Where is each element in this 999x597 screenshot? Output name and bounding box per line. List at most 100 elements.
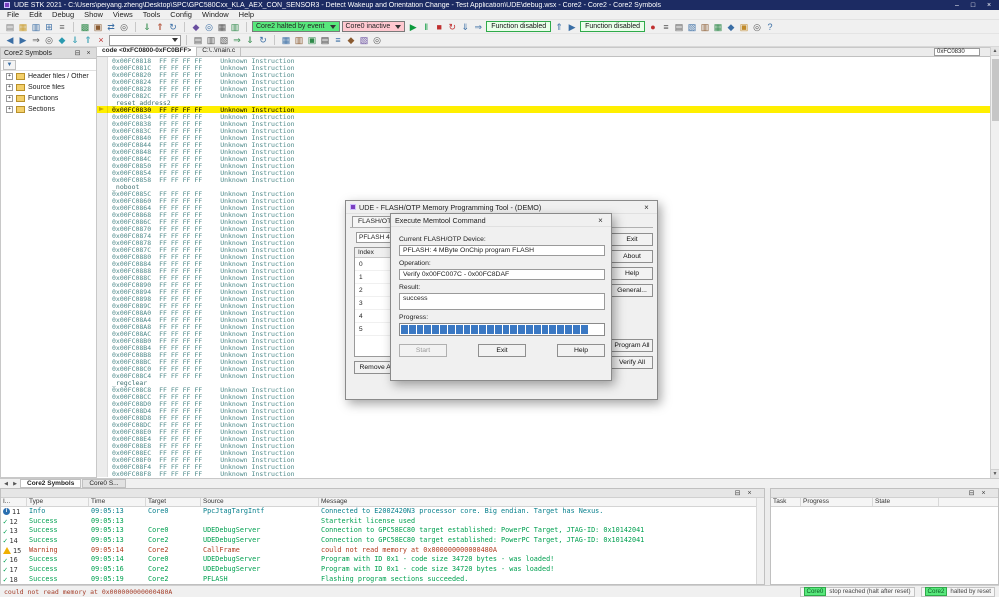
symbols-icon[interactable]: ◆	[190, 21, 202, 33]
goto-address-icon[interactable]: ⇒	[30, 34, 42, 46]
load-program-icon[interactable]: ⇓	[141, 21, 153, 33]
help-icon[interactable]: ?	[764, 21, 776, 33]
code-gutter-cell[interactable]	[97, 267, 108, 274]
code-gutter-cell[interactable]	[97, 442, 108, 449]
scroll-down-icon[interactable]: ▼	[991, 469, 999, 478]
code-gutter-cell[interactable]	[97, 239, 108, 246]
code-gutter-cell[interactable]	[97, 351, 108, 358]
upload-icon[interactable]: ⇑	[154, 21, 166, 33]
workspace-open-icon[interactable]: ▩	[79, 21, 91, 33]
disassembly-icon[interactable]: ▤	[673, 21, 685, 33]
reset-icon[interactable]: ↻	[446, 21, 458, 33]
code-gutter-cell[interactable]	[97, 197, 108, 204]
bookmark-icon[interactable]: ◆	[56, 34, 68, 46]
asm-mode-icon[interactable]: ▥	[205, 34, 217, 46]
code-line[interactable]: 0x00FC0854FF FF FF FFUnknown Instruction	[97, 169, 990, 176]
tab-code-memory[interactable]: code <0xFC0800-0xFC0BFF>	[97, 47, 197, 56]
flash-exit-button[interactable]: Exit	[611, 233, 653, 246]
memory-icon[interactable]: ▦	[216, 21, 228, 33]
refresh-view-icon[interactable]: ↻	[257, 34, 269, 46]
locals-icon[interactable]: ▦	[712, 21, 724, 33]
program-all-button[interactable]: Program All	[611, 339, 653, 352]
code-line[interactable]: 0x00FC0824FF FF FF FFUnknown Instruction	[97, 78, 990, 85]
verify-all-button[interactable]: Verify All	[611, 356, 653, 369]
pause-icon[interactable]: ‖	[420, 21, 432, 33]
options-icon[interactable]: ◎	[751, 21, 763, 33]
code-gutter-cell[interactable]	[97, 316, 108, 323]
menu-window[interactable]: Window	[197, 10, 234, 20]
tab-scroll-right-icon[interactable]: ▶	[11, 481, 19, 487]
hll-step-icon[interactable]: ⇒	[231, 34, 243, 46]
code-line[interactable]: 0x00FC08D0FF FF FF FFUnknown Instruction	[97, 400, 990, 407]
message-view-icon[interactable]: ≡	[332, 34, 344, 46]
code-gutter-cell[interactable]	[97, 365, 108, 372]
breakpoint-icon[interactable]: ●	[647, 21, 659, 33]
code-gutter-cell[interactable]	[97, 281, 108, 288]
message-row[interactable]: ✓14Success09:05:13Core2UDEDebugServerCon…	[1, 536, 764, 546]
tree-item-header-files-other[interactable]: +Header files / Other	[1, 71, 96, 82]
scrollbar-thumb[interactable]	[992, 59, 999, 121]
code-line[interactable]: 0x00FC084CFF FF FF FFUnknown Instruction	[97, 155, 990, 162]
code-line[interactable]: 0x00FC0828FF FF FF FFUnknown Instruction	[97, 85, 990, 92]
source-mode-icon[interactable]: ▤	[192, 34, 204, 46]
code-gutter-cell[interactable]	[97, 463, 108, 470]
code-gutter-cell[interactable]	[97, 85, 108, 92]
code-gutter-cell[interactable]	[97, 71, 108, 78]
menu-debug[interactable]: Debug	[47, 10, 79, 20]
workspace-save-icon[interactable]: ▣	[92, 21, 104, 33]
help-button[interactable]: Help	[557, 344, 605, 357]
code-line[interactable]: 0x00FC08ECFF FF FF FFUnknown Instruction	[97, 449, 990, 456]
tab-main-c[interactable]: C:\..\main.c	[197, 47, 241, 56]
code-line[interactable]: 0x00FC0818FF FF FF FFUnknown Instruction	[97, 57, 990, 64]
register-view-icon[interactable]: ▥	[293, 34, 305, 46]
mixed-view-icon[interactable]: ▧	[686, 21, 698, 33]
code-gutter-cell[interactable]	[97, 302, 108, 309]
tree-item-sections[interactable]: +Sections	[1, 104, 96, 115]
tree-item-functions[interactable]: +Functions	[1, 93, 96, 104]
message-row[interactable]: 15Warning09:05:14Core2CallFramecould not…	[1, 546, 764, 556]
code-gutter-cell[interactable]	[97, 253, 108, 260]
code-gutter-cell[interactable]	[97, 372, 108, 379]
code-gutter-cell[interactable]	[97, 449, 108, 456]
code-line[interactable]: 0x00FC0848FF FF FF FFUnknown Instruction	[97, 148, 990, 155]
tree-item-source-files[interactable]: +Source files	[1, 82, 96, 93]
asm-step-icon[interactable]: ⇓	[244, 34, 256, 46]
address-input[interactable]: 0xFC0830	[934, 48, 980, 56]
core0-status-combo[interactable]: Core0 inactive	[342, 21, 406, 32]
message-row[interactable]: ✓17Success09:05:16Core2UDEDebugServerPro…	[1, 565, 764, 575]
code-vertical-scrollbar[interactable]: ▲ ▼	[990, 47, 999, 478]
scroll-up-icon[interactable]: ▲	[991, 47, 999, 56]
pin-icon[interactable]: ⊟	[967, 489, 976, 498]
script-icon[interactable]: ▧	[358, 34, 370, 46]
code-gutter-cell[interactable]	[97, 64, 108, 71]
code-gutter-cell[interactable]	[97, 232, 108, 239]
tree-expander-icon[interactable]: +	[6, 84, 13, 91]
code-gutter-cell[interactable]	[97, 211, 108, 218]
forward-icon[interactable]: ▶	[17, 34, 29, 46]
code-line[interactable]: 0x00FC081CFF FF FF FFUnknown Instruction	[97, 64, 990, 71]
code-gutter-cell[interactable]	[97, 204, 108, 211]
code-gutter-cell[interactable]	[97, 288, 108, 295]
close-icon[interactable]: ×	[594, 215, 607, 226]
messages-scrollbar[interactable]	[756, 498, 764, 584]
save-all-icon[interactable]: ⊞	[43, 21, 55, 33]
open-file-icon[interactable]: ▦	[17, 21, 29, 33]
terminal-view-icon[interactable]: ▤	[319, 34, 331, 46]
tab-core2-symbols[interactable]: Core2 Symbols	[20, 479, 81, 488]
close-icon[interactable]: ×	[979, 489, 988, 498]
run-to-cursor-icon[interactable]: ▶	[566, 21, 578, 33]
code-gutter-cell[interactable]	[97, 337, 108, 344]
code-gutter-cell[interactable]	[97, 421, 108, 428]
mixed-mode-icon[interactable]: ▧	[218, 34, 230, 46]
code-gutter-cell[interactable]	[97, 57, 108, 64]
flash-about-button[interactable]: About	[611, 250, 653, 263]
code-line[interactable]: 0x00FC08F4FF FF FF FFUnknown Instruction	[97, 463, 990, 470]
message-row[interactable]: ✓18Success09:05:19Core2PFLASHFlashing pr…	[1, 575, 764, 585]
code-gutter-cell[interactable]	[97, 414, 108, 421]
code-line[interactable]: 0x00FC08DCFF FF FF FFUnknown Instruction	[97, 421, 990, 428]
menu-show[interactable]: Show	[79, 10, 108, 20]
message-row[interactable]: i11Info09:05:13Core0PpcJtagTargIntfConne…	[1, 507, 764, 517]
code-gutter-cell[interactable]	[97, 148, 108, 155]
code-gutter-cell[interactable]	[97, 162, 108, 169]
reload-icon[interactable]: ↻	[167, 21, 179, 33]
